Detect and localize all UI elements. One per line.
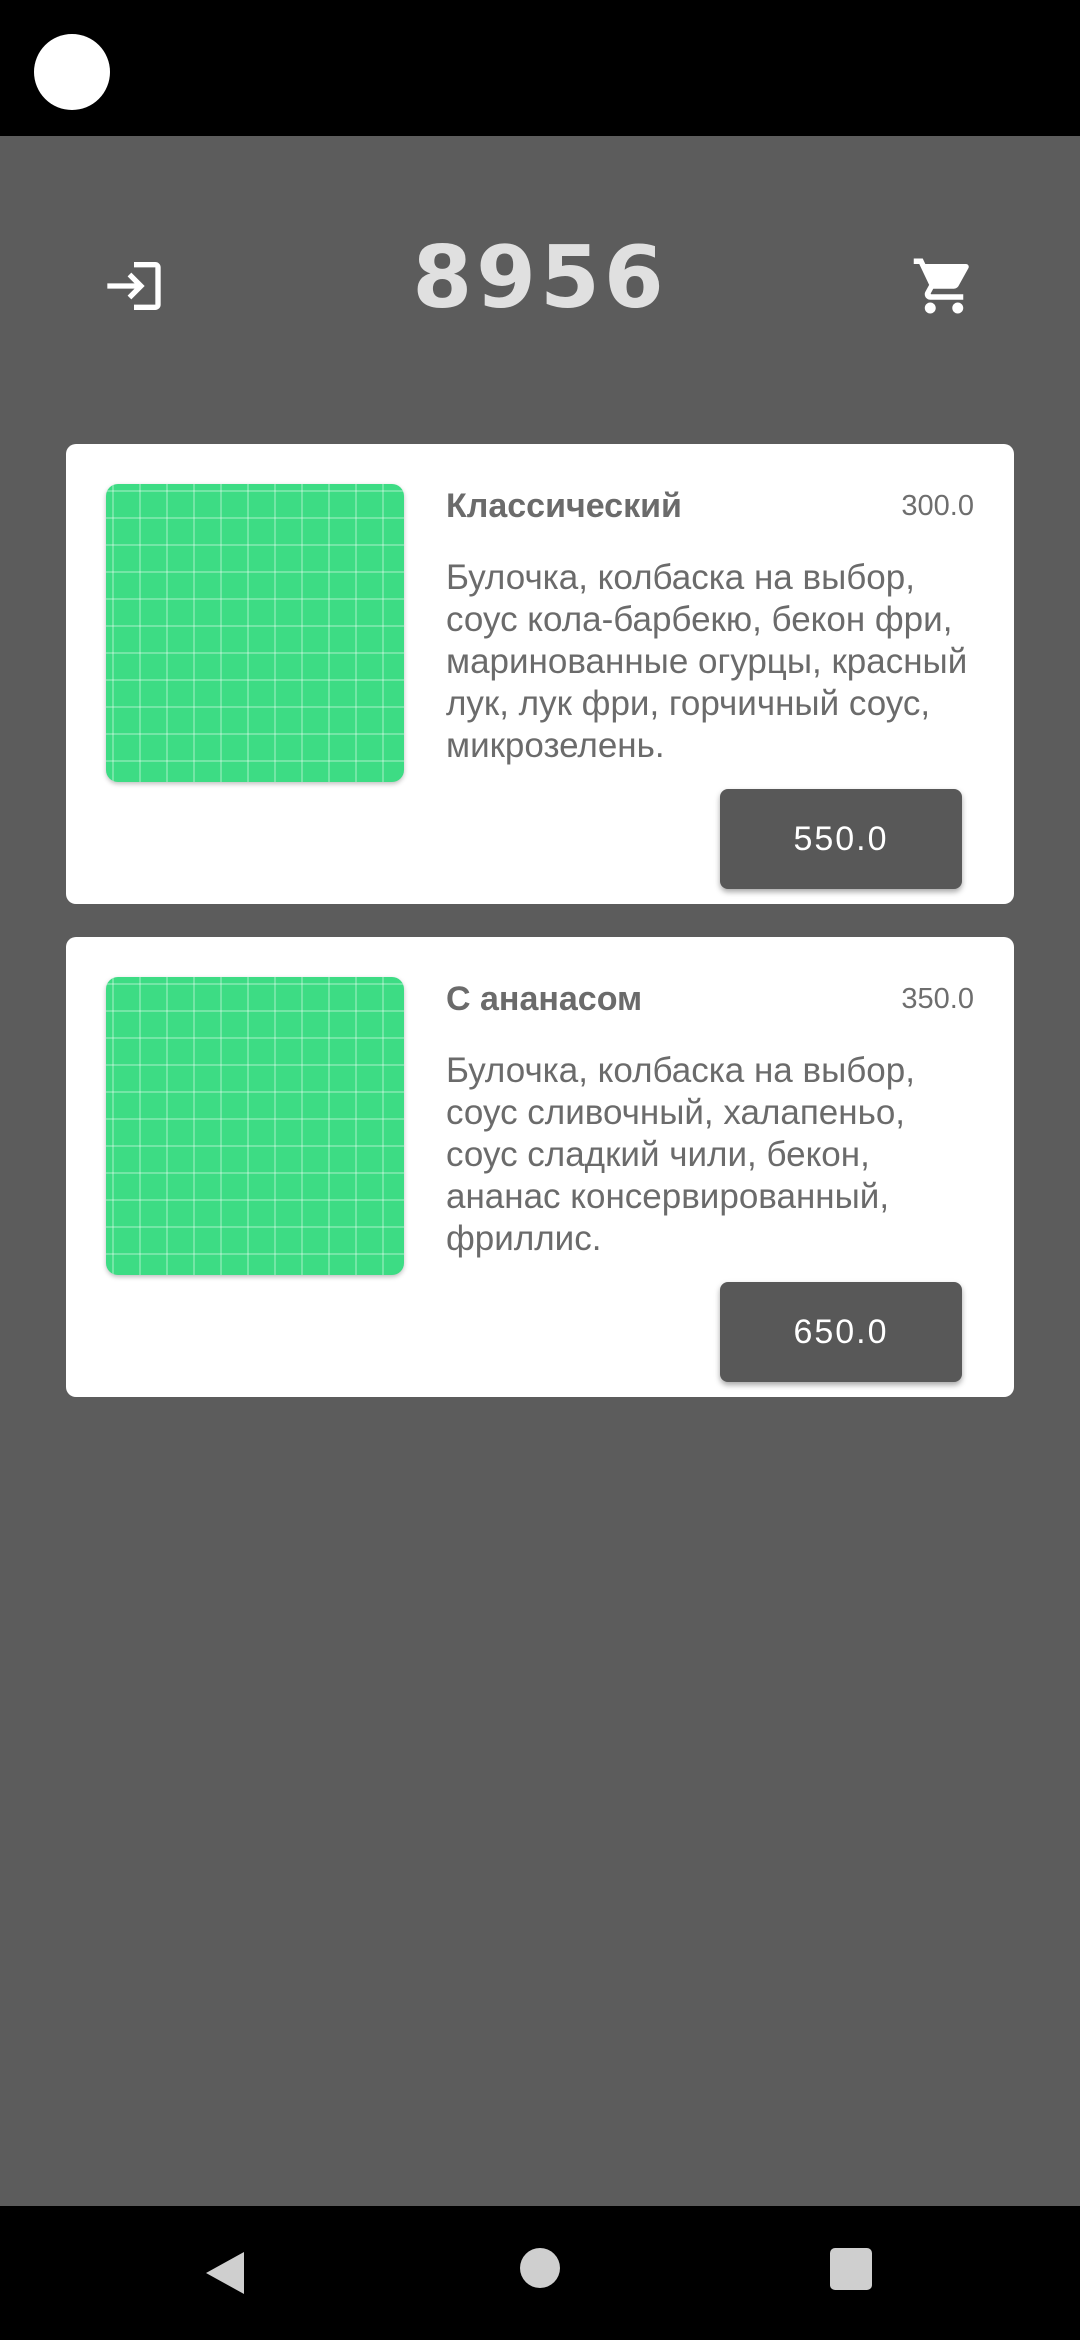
menu-item-description: Булочка, колбаска на выбор, соус сливочн… (446, 1051, 915, 1258)
menu-item-name: С ананасом (446, 980, 643, 1018)
menu-item-weight: 350.0 (901, 983, 974, 1015)
app-content: 8956 Классический 300.0 Булочка, колбаск… (0, 136, 1080, 2206)
menu-item-weight: 300.0 (901, 490, 974, 522)
back-triangle-icon[interactable] (200, 2248, 250, 2298)
add-to-cart-price-button[interactable]: 550.0 (720, 789, 962, 889)
menu-item-description: Булочка, колбаска на выбор, соус кола-ба… (446, 558, 968, 765)
phone-screen: 8956 Классический 300.0 Булочка, колбаск… (0, 0, 1080, 2340)
add-to-cart-price-button[interactable]: 650.0 (720, 1282, 962, 1382)
app-title: 8956 (412, 228, 668, 328)
camera-cutout (34, 34, 110, 110)
top-app-bar: 8956 (0, 136, 1080, 426)
status-bar (0, 0, 1080, 136)
menu-item-image (106, 977, 404, 1275)
menu-item-name: Классический (446, 487, 682, 525)
login-button[interactable] (96, 248, 172, 324)
menu-item-card[interactable]: Классический 300.0 Булочка, колбаска на … (66, 444, 1014, 904)
cart-button[interactable] (906, 248, 982, 324)
system-navigation-bar (0, 2206, 1080, 2340)
menu-item-card[interactable]: С ананасом 350.0 Булочка, колбаска на вы… (66, 937, 1014, 1397)
menu-item-image (106, 484, 404, 782)
recents-square-icon[interactable] (830, 2248, 872, 2290)
login-icon (107, 262, 161, 310)
cart-icon (913, 258, 969, 314)
home-circle-icon[interactable] (520, 2248, 560, 2288)
